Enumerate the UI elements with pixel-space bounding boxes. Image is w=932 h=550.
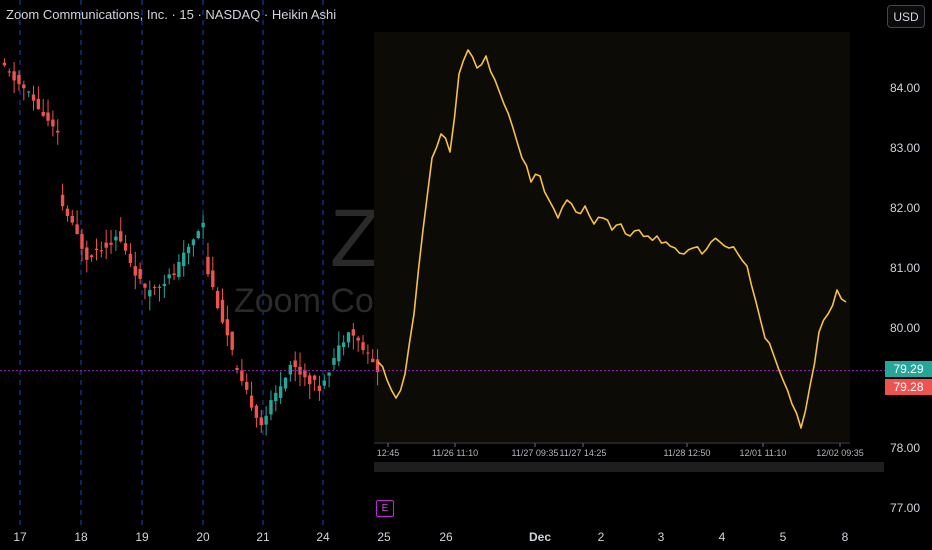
x-tick-label: 20 (196, 530, 210, 544)
compare-x-tick-label: 11/28 12:50 (664, 448, 711, 458)
x-tick-label: 21 (256, 530, 270, 544)
compare-x-tick-label: 11/27 14:25 (560, 448, 607, 458)
earnings-event-icon[interactable]: E (376, 500, 394, 517)
x-tick-label: Dec (529, 530, 551, 544)
x-tick-label: 2 (598, 530, 605, 544)
x-tick-label: 25 (377, 530, 391, 544)
last-price-tag-red: 79.28 (885, 379, 932, 395)
compare-x-tick-label: 11/27 09:35 (512, 448, 559, 458)
compare-x-tick-label: 12/01 11:10 (740, 448, 787, 458)
y-tick-label: 84.00 (890, 81, 920, 95)
x-tick-label: 19 (135, 530, 149, 544)
x-tick-label: 3 (658, 530, 665, 544)
x-tick-label: 4 (719, 530, 726, 544)
x-tick-label: 26 (439, 530, 453, 544)
x-tick-label: 24 (316, 530, 330, 544)
x-tick-label: 5 (780, 530, 787, 544)
x-tick-label: 17 (13, 530, 27, 544)
last-price-tag-green: 79.29 (885, 361, 932, 377)
x-tick-label: 8 (842, 530, 849, 544)
y-tick-label: 81.00 (890, 261, 920, 275)
watermark: Z Zoom Co (0, 0, 374, 420)
watermark-name: Zoom Co (234, 282, 374, 320)
compare-x-tick-label: 12:45 (377, 448, 400, 458)
compare-x-tick-label: 12/02 09:35 (816, 448, 864, 458)
chart-title: Zoom Communications, Inc. · 15 · NASDAQ … (6, 7, 337, 22)
y-tick-label: 82.00 (890, 201, 920, 215)
y-tick-label: 77.00 (890, 501, 920, 515)
compare-x-tick-label: 11/26 11:10 (432, 448, 478, 458)
compare-panel (374, 32, 850, 444)
watermark-symbol: Z (330, 193, 374, 284)
currency-button[interactable]: USD (887, 5, 925, 28)
compare-scrollbar[interactable] (374, 462, 884, 472)
y-tick-label: 78.00 (890, 441, 920, 455)
y-tick-label: 80.00 (890, 321, 920, 335)
x-tick-label: 18 (74, 530, 88, 544)
y-tick-label: 83.00 (890, 141, 920, 155)
